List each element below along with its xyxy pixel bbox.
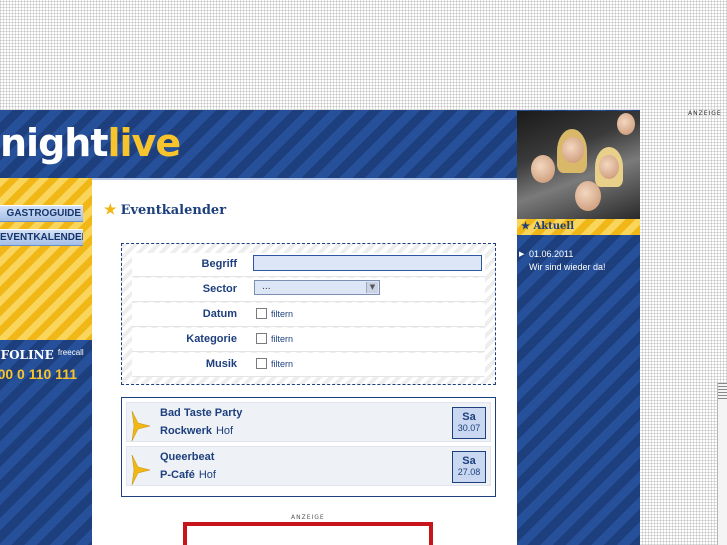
- ad-label: ANZEIGE: [291, 514, 325, 521]
- filter-row-kategorie: Kategorie filtern: [132, 328, 485, 352]
- event-date: 30.07: [457, 423, 481, 433]
- begriff-label: Begriff: [201, 258, 237, 270]
- musik-filter: filtern: [256, 358, 293, 369]
- nav-item-gastroguide[interactable]: GASTROGUIDE: [0, 205, 83, 222]
- datum-filter: filtern: [256, 308, 293, 319]
- logo-text-live: live: [107, 121, 182, 165]
- event-venue: P-Café Hof: [160, 469, 216, 481]
- kategorie-filter: filtern: [256, 333, 293, 344]
- kategorie-label: Kategorie: [186, 333, 237, 345]
- event-venue-name[interactable]: Rockwerk: [160, 425, 212, 437]
- kategorie-checkbox[interactable]: [256, 333, 267, 344]
- sector-select[interactable]: ... ▼: [254, 280, 380, 295]
- kategorie-checkbox-label: filtern: [271, 333, 294, 344]
- ad-banner[interactable]: [183, 522, 433, 545]
- bullet-arrow-icon: ▶: [519, 250, 525, 258]
- filter-row-sector: Sector ... ▼: [132, 278, 485, 302]
- sector-selected-value: ...: [262, 282, 271, 292]
- page-title: ★ Eventkalender: [104, 202, 226, 218]
- sector-label: Sector: [202, 283, 237, 295]
- event-list: Bad Taste Party Rockwerk Hof Sa 30.07 Que…: [121, 397, 496, 497]
- musik-label: Musik: [205, 358, 237, 370]
- datum-checkbox[interactable]: [256, 308, 267, 319]
- event-venue-name[interactable]: P-Café: [160, 469, 195, 481]
- page-title-text: Eventkalender: [120, 202, 227, 218]
- freecall-text: freecall: [57, 348, 84, 357]
- right-ad-label: ANZEIGE: [688, 110, 722, 117]
- event-title[interactable]: Bad Taste Party: [160, 407, 242, 419]
- event-date-badge[interactable]: Sa 27.08: [452, 451, 486, 483]
- star-icon: ★: [521, 221, 530, 232]
- news-text[interactable]: Wir sind wieder da!: [529, 262, 606, 272]
- nav-item-eventkalender[interactable]: EVENTKALENDER: [0, 229, 83, 246]
- sidebar-nav: [0, 178, 92, 340]
- event-item[interactable]: Queerbeat P-Café Hof Sa 27.08: [126, 446, 491, 486]
- infoline-phone: 0800 0 110 111: [0, 366, 77, 382]
- event-venue: Rockwerk Hof: [160, 425, 233, 437]
- datum-checkbox-label: filtern: [271, 308, 294, 319]
- event-date-badge[interactable]: Sa 30.07: [452, 407, 486, 439]
- event-city: Hof: [198, 469, 216, 481]
- event-weekday: Sa: [462, 411, 476, 423]
- begriff-input[interactable]: [253, 255, 482, 271]
- event-weekday: Sa: [462, 455, 476, 467]
- scrollbar-thumb[interactable]: [718, 383, 727, 399]
- filter-row-datum: Datum filtern: [132, 303, 485, 327]
- infoline-text: INFOLINE: [0, 348, 54, 362]
- musik-checkbox-label: filtern: [271, 358, 294, 369]
- filter-row-musik: Musik filtern: [132, 353, 485, 377]
- musik-checkbox[interactable]: [256, 358, 267, 369]
- star-icon: ★: [104, 202, 117, 218]
- logo-text-night: night: [0, 121, 108, 165]
- filter-row-begriff: Begriff: [132, 253, 485, 277]
- event-date: 27.08: [457, 467, 481, 477]
- scrollbar[interactable]: [717, 383, 727, 545]
- news-date: 01.06.2011: [529, 249, 574, 259]
- event-star-icon: [131, 411, 150, 441]
- event-star-icon: [131, 455, 150, 485]
- infoline-label: INFOLINE freecall: [0, 348, 84, 362]
- event-title[interactable]: Queerbeat: [160, 451, 214, 463]
- event-item[interactable]: Bad Taste Party Rockwerk Hof Sa 30.07: [126, 402, 491, 442]
- event-city: Hof: [215, 425, 234, 437]
- datum-label: Datum: [202, 308, 237, 320]
- party-photo[interactable]: [517, 111, 640, 219]
- aktuell-label: Aktuell: [533, 221, 574, 232]
- nightlive-logo[interactable]: nightlive: [0, 118, 182, 168]
- event-filter-form: Begriff Sector ... ▼ Datum filtern Kateg…: [121, 243, 496, 385]
- chevron-down-icon[interactable]: ▼: [366, 282, 378, 293]
- aktuell-header: ★ Aktuell: [517, 219, 640, 235]
- content-divider: [92, 178, 517, 180]
